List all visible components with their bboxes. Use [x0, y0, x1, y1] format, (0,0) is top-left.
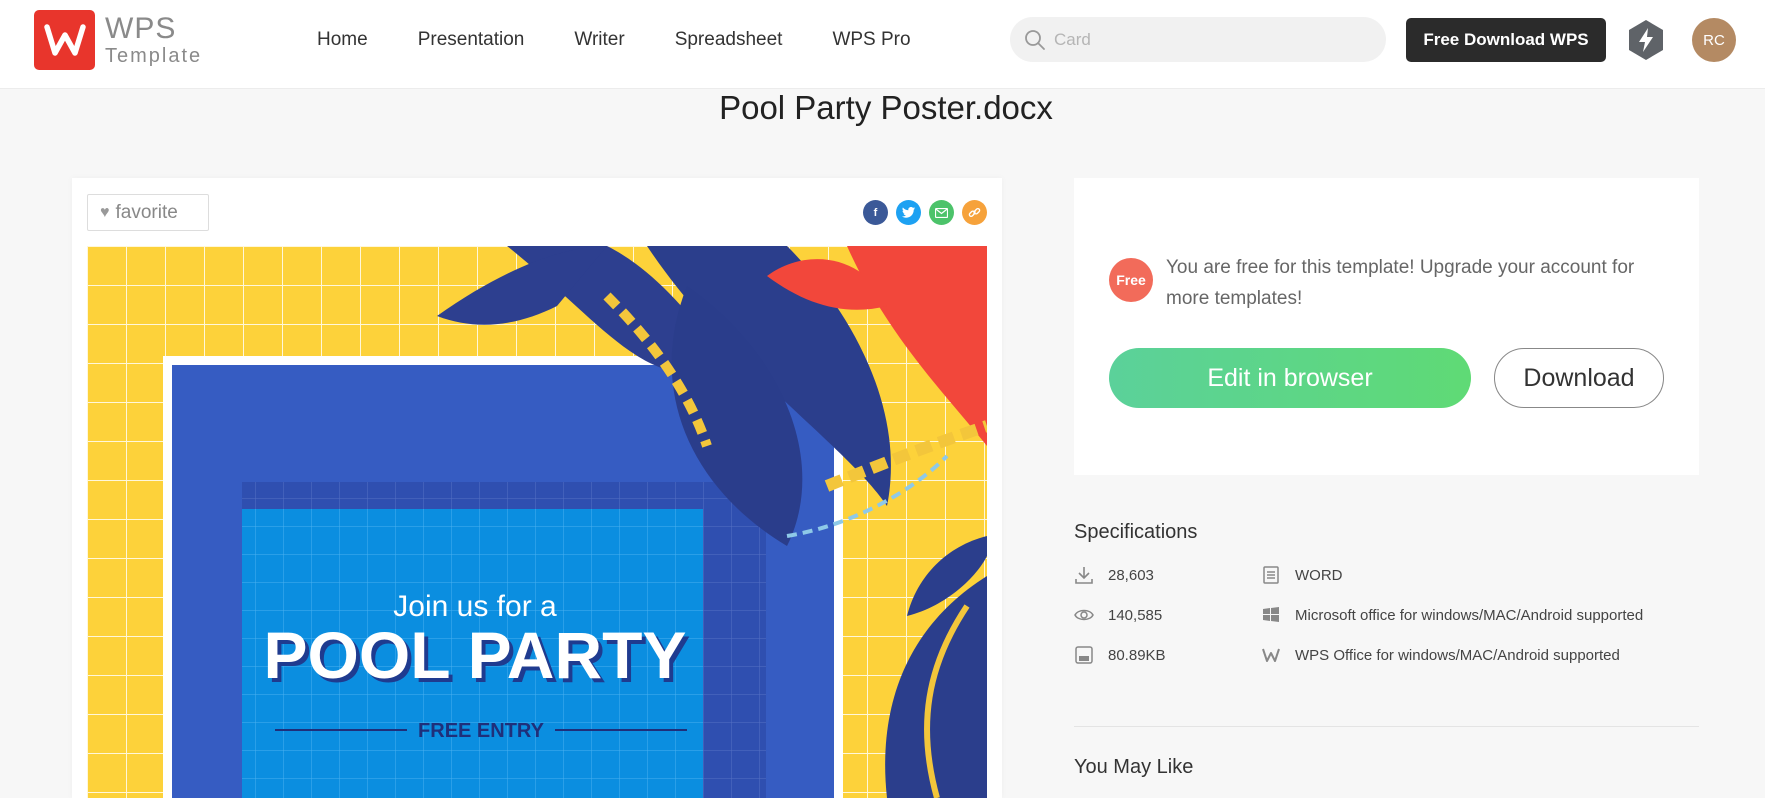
download-count-icon [1075, 567, 1093, 584]
search-bar[interactable] [1010, 17, 1386, 62]
spec-wps-support: WPS Office for windows/MAC/Android suppo… [1261, 645, 1620, 665]
facebook-icon[interactable]: f [863, 200, 888, 225]
page-title: Pool Party Poster.docx [719, 89, 1053, 126]
favorite-button[interactable]: ♥ favorite [87, 194, 209, 231]
free-badge: Free [1109, 258, 1153, 302]
search-input[interactable] [1054, 29, 1354, 50]
spec-size: 80.89KB [1074, 645, 1166, 665]
specifications-title: Specifications [1074, 521, 1198, 543]
spec-views: 140,585 [1074, 605, 1162, 625]
eye-icon [1074, 609, 1094, 621]
windows-icon [1263, 607, 1279, 622]
lightning-bolt-icon[interactable] [1626, 18, 1666, 62]
email-icon[interactable] [929, 200, 954, 225]
you-may-like-title: You May Like [1074, 756, 1194, 778]
nav-spreadsheet[interactable]: Spreadsheet [675, 29, 783, 51]
ms-support-value: Microsoft office for windows/MAC/Android… [1295, 606, 1644, 624]
user-avatar[interactable]: RC [1692, 18, 1736, 62]
logo-text-template: Template [105, 45, 203, 67]
top-header: WPS Template Home Presentation Writer Sp… [0, 0, 1765, 89]
logo-text-wps: WPS [105, 12, 177, 45]
document-icon [1263, 566, 1279, 584]
poster-text-pool-party: POOL PARTY [264, 618, 687, 692]
twitter-icon[interactable] [896, 200, 921, 225]
wps-template-logo[interactable]: WPS Template [34, 10, 202, 70]
nav-writer[interactable]: Writer [574, 29, 624, 51]
spec-format: WORD [1261, 565, 1343, 585]
nav-wps-pro[interactable]: WPS Pro [832, 29, 910, 51]
format-value: WORD [1295, 566, 1343, 584]
share-buttons: f [855, 200, 987, 225]
edit-in-browser-button[interactable]: Edit in browser [1109, 348, 1471, 408]
poster-text-free-entry: FREE ENTRY [418, 720, 545, 742]
download-button[interactable]: Download [1494, 348, 1664, 408]
link-icon[interactable] [962, 200, 987, 225]
spec-ms-support: Microsoft office for windows/MAC/Android… [1261, 605, 1643, 625]
nav-home[interactable]: Home [317, 29, 368, 51]
wps-logo-icon [34, 10, 95, 70]
pool-party-poster-image: Join us for a POOL PARTY POOL PARTY FREE… [87, 246, 987, 798]
template-preview-card: ♥ favorite f Join us for a POOL PARTY PO… [72, 178, 1002, 798]
wps-icon [1262, 648, 1280, 662]
favorite-label: favorite [115, 201, 178, 223]
file-size-icon [1075, 646, 1093, 664]
views-value: 140,585 [1108, 606, 1163, 624]
download-panel: Free You are free for this template! Upg… [1074, 178, 1699, 475]
spec-downloads: 28,603 [1074, 565, 1154, 585]
downloads-value: 28,603 [1108, 566, 1154, 584]
heart-icon: ♥ [100, 203, 110, 221]
section-divider [1074, 726, 1699, 727]
free-download-wps-button[interactable]: Free Download WPS [1406, 18, 1606, 62]
main-nav: Home Presentation Writer Spreadsheet WPS… [317, 0, 961, 80]
nav-presentation[interactable]: Presentation [418, 29, 525, 51]
wps-support-value: WPS Office for windows/MAC/Android suppo… [1295, 646, 1620, 664]
size-value: 80.89KB [1108, 646, 1166, 664]
free-message: You are free for this template! Upgrade … [1166, 257, 1635, 309]
search-icon [1025, 29, 1045, 50]
